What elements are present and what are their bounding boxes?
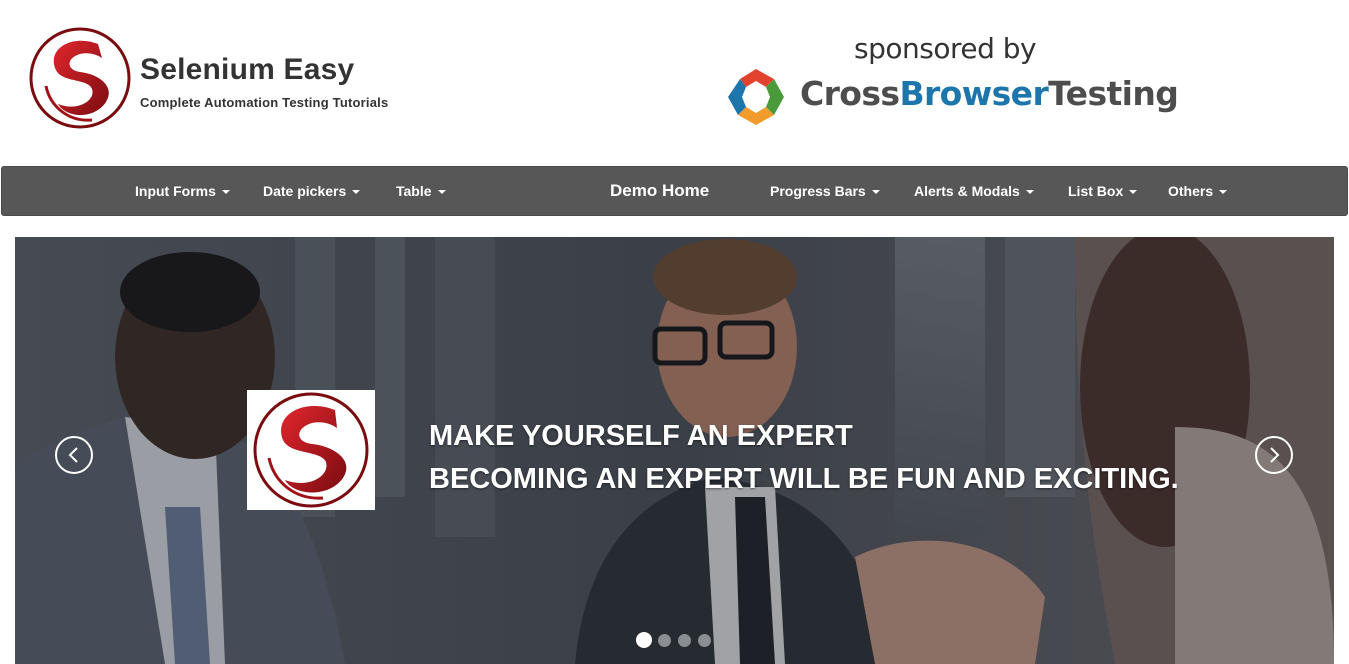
caret-down-icon — [221, 190, 230, 195]
caret-down-icon — [437, 190, 446, 195]
carousel-next-button[interactable] — [1255, 436, 1293, 474]
selenium-easy-s-icon — [253, 392, 369, 508]
caret-down-icon — [352, 190, 361, 195]
slide-caption-line1: MAKE YOURSELF AN EXPERT — [429, 420, 853, 452]
nav-date-pickers-label: Date pickers — [263, 183, 347, 199]
carousel-indicator-2[interactable] — [658, 634, 671, 647]
sponsor-banner[interactable]: sponsored by CrossBrowserTesting — [720, 30, 1179, 130]
caret-down-icon — [1025, 190, 1034, 195]
nav-others-label: Others — [1168, 183, 1214, 199]
nav-table[interactable]: Table — [396, 167, 446, 215]
sponsor-name-part3: Testing — [1048, 74, 1179, 113]
slide-logo — [247, 390, 375, 510]
brand-title: Selenium Easy — [140, 53, 355, 86]
hero-carousel: MAKE YOURSELF AN EXPERT BECOMING AN EXPE… — [15, 237, 1334, 664]
sponsor-name-part1: Cross — [800, 74, 900, 113]
carousel-indicator-1[interactable] — [636, 632, 652, 648]
nav-alerts-modals[interactable]: Alerts & Modals — [914, 167, 1034, 215]
sponsor-name-part2: Browser — [899, 74, 1049, 113]
carousel-prev-button[interactable] — [55, 436, 93, 474]
chevron-left-icon — [68, 447, 78, 463]
carousel-indicator-4[interactable] — [698, 634, 711, 647]
nav-list-box-label: List Box — [1068, 183, 1124, 199]
nav-date-pickers[interactable]: Date pickers — [263, 167, 361, 215]
nav-list-box[interactable]: List Box — [1068, 167, 1138, 215]
main-navbar: Input Forms Date pickers Table Demo Home… — [1, 166, 1348, 216]
nav-input-forms[interactable]: Input Forms — [135, 167, 230, 215]
sponsor-label: sponsored by — [854, 32, 1037, 65]
nav-input-forms-label: Input Forms — [135, 183, 216, 199]
crossbrowsertesting-logo — [728, 69, 784, 125]
brand-tagline: Complete Automation Testing Tutorials — [140, 95, 389, 110]
sponsor-name: CrossBrowserTesting — [800, 74, 1179, 113]
nav-table-label: Table — [396, 183, 432, 199]
nav-alerts-modals-label: Alerts & Modals — [914, 183, 1020, 199]
slide-caption: MAKE YOURSELF AN EXPERT BECOMING AN EXPE… — [429, 415, 1179, 501]
caret-down-icon — [871, 190, 880, 195]
caret-down-icon — [1129, 190, 1138, 195]
selenium-easy-logo — [29, 27, 131, 129]
caret-down-icon — [1219, 190, 1228, 195]
carousel-indicator-3[interactable] — [678, 634, 691, 647]
nav-demo-home[interactable]: Demo Home — [610, 167, 709, 215]
nav-progress-bars-label: Progress Bars — [770, 183, 866, 199]
brand-link[interactable]: Selenium Easy Complete Automation Testin… — [28, 26, 448, 130]
nav-others[interactable]: Others — [1168, 167, 1228, 215]
chevron-right-icon — [1270, 447, 1280, 463]
slide-caption-line2: BECOMING AN EXPERT WILL BE FUN AND EXCIT… — [429, 463, 1179, 495]
nav-progress-bars[interactable]: Progress Bars — [770, 167, 880, 215]
